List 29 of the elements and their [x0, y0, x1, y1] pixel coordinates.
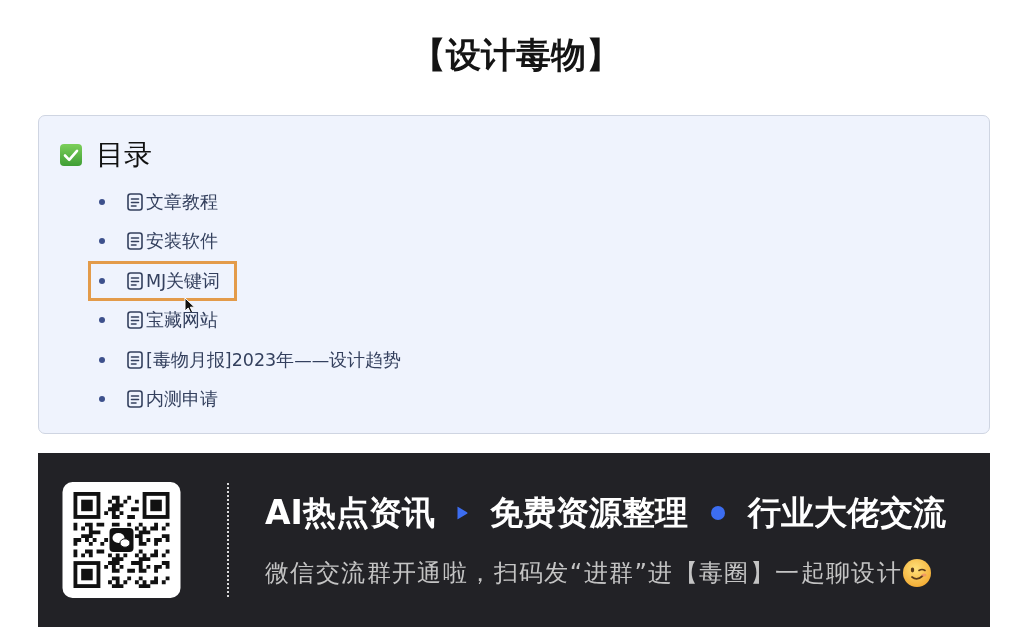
check-icon — [60, 144, 82, 166]
document-icon — [127, 192, 143, 211]
toc-link[interactable]: MJ关键词 — [127, 268, 221, 293]
winking-face-icon — [903, 558, 932, 587]
bullet-icon — [99, 238, 105, 245]
toc-link[interactable]: 内测申请 — [127, 387, 218, 412]
toc-link[interactable]: 文章教程 — [127, 189, 218, 214]
document-icon — [127, 232, 143, 251]
bullet-icon — [99, 396, 105, 403]
headline-text: 行业大佬交流 — [747, 491, 946, 534]
document-icon — [127, 350, 143, 369]
bullet-icon — [99, 317, 105, 324]
toc-link[interactable]: [毒物月报]2023年——设计趋势 — [127, 347, 402, 372]
toc-link[interactable]: 安装软件 — [127, 229, 218, 254]
headline-text: AI热点资讯 — [265, 491, 435, 534]
triangle-icon — [455, 505, 468, 520]
cursor-icon — [184, 297, 196, 314]
document-icon — [127, 311, 143, 330]
headline-text: 免费资源整理 — [489, 491, 688, 534]
document-icon — [127, 271, 143, 290]
banner-subtitle: 微信交流群开通啦，扫码发“进群”进【毒圈】一起聊设计 — [265, 557, 903, 589]
toc-link[interactable]: 宝藏网站 — [127, 308, 218, 333]
bullet-icon — [99, 198, 105, 205]
dot-icon — [710, 505, 725, 520]
contents-heading: 目录 — [96, 137, 152, 173]
bullet-icon — [99, 277, 105, 284]
page-title: 【设计毒物】 — [410, 34, 621, 77]
document-icon — [127, 390, 143, 409]
bullet-icon — [99, 356, 105, 363]
